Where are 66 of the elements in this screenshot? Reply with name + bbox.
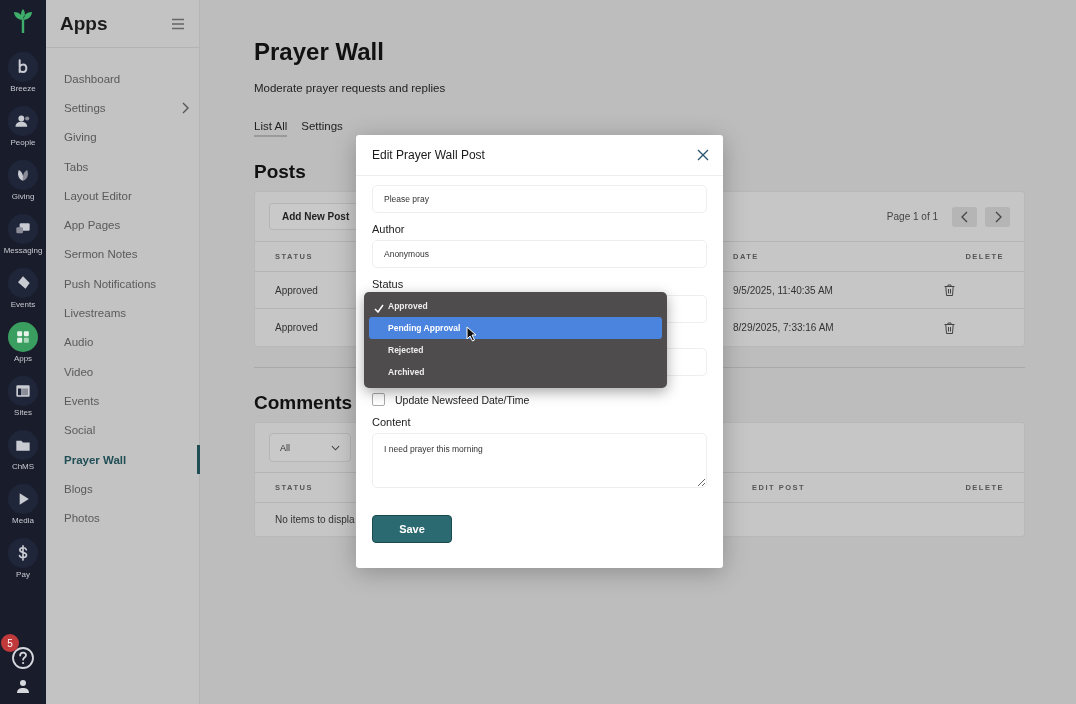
sidebar-item[interactable]: Giving [46, 122, 199, 152]
sidebar-item[interactable]: Dashboard [46, 64, 199, 94]
table-cell: Approved [275, 284, 318, 296]
tab[interactable]: List All [254, 120, 288, 137]
sidebar-title: Apps [60, 12, 108, 35]
table-cell: 8/29/2025, 7:33:16 AM [733, 322, 834, 333]
mouse-pointer-icon [466, 326, 477, 342]
dropdown-option[interactable]: Rejected [369, 339, 662, 361]
nav-label: Messaging [3, 246, 43, 255]
nav-item[interactable]: Messaging [3, 214, 43, 268]
nav-label: Events [10, 300, 36, 309]
sidebar-item[interactable]: Tabs [46, 151, 199, 182]
dialog-title: Edit Prayer Wall Post [372, 148, 485, 162]
nav-label: Giving [11, 192, 35, 201]
dropdown-option[interactable]: Approved [369, 295, 662, 317]
sidebar-item[interactable]: Push Notifications [46, 269, 199, 299]
help-icon[interactable] [11, 646, 35, 670]
text-area[interactable]: I need prayer this morning [372, 433, 707, 488]
tab[interactable]: Settings [301, 120, 343, 137]
page-title: Prayer Wall [254, 38, 385, 66]
sidebar-item[interactable]: Livestreams [46, 298, 199, 328]
field-label: Author [372, 223, 406, 235]
sidebar-item[interactable]: Settings [46, 93, 199, 123]
sidebar-item[interactable]: Events [46, 386, 199, 416]
section-title: Comments [254, 392, 353, 414]
sidebar-item[interactable]: Video [46, 356, 199, 387]
sidebar-item[interactable]: Sermon Notes [46, 239, 199, 270]
sidebar-item[interactable]: Blogs [46, 474, 199, 504]
chevron-left-icon [960, 210, 969, 223]
field-label: Status [372, 278, 405, 290]
page-subtitle: Moderate prayer requests and replies [254, 82, 447, 94]
sidebar-item[interactable]: Social [46, 415, 199, 445]
table-cell: Approved [275, 322, 318, 333]
pagination-text: Page 1 of 1 [886, 211, 938, 222]
input-field[interactable]: Anonymous [372, 240, 707, 268]
chevron-right-icon [993, 210, 1002, 223]
nav-label: Media [12, 516, 34, 525]
nav-label: Pay [16, 570, 30, 579]
sidebar-item[interactable]: Layout Editor [46, 181, 199, 211]
sidebar-item[interactable]: Photos [46, 503, 199, 533]
trash-icon[interactable] [944, 284, 955, 296]
filter-dropdown[interactable]: All [269, 433, 351, 462]
chevron-down-icon [331, 444, 340, 451]
empty-message: No items to displa [275, 514, 355, 525]
nav-label: Breeze [10, 84, 36, 93]
nav-label: Apps [13, 354, 33, 363]
section-title: Posts [254, 161, 306, 183]
sidebar-item[interactable]: App Pages [46, 210, 199, 240]
trash-icon[interactable] [944, 321, 955, 334]
checkbox-label: Update Newsfeed Date/Time [395, 393, 530, 406]
nav-label: Sites [14, 408, 32, 417]
checkbox[interactable] [372, 393, 385, 406]
close-icon[interactable] [697, 149, 709, 161]
sidebar-item[interactable]: Prayer Wall [46, 444, 199, 475]
save-button[interactable]: Save [372, 515, 452, 543]
notification-badge: 5 [1, 634, 19, 652]
dropdown-option[interactable]: Pending Approval [369, 317, 662, 339]
dropdown-option[interactable]: Archived [369, 361, 662, 383]
menu-icon[interactable] [171, 17, 185, 30]
input-field[interactable]: Please pray [372, 185, 707, 213]
user-icon[interactable] [15, 678, 31, 694]
nav-label: People [10, 138, 36, 147]
sidebar-item[interactable]: Audio [46, 327, 199, 357]
nav-label: ChMS [11, 462, 35, 471]
field-label: Content [372, 416, 412, 428]
table-cell: 9/5/2025, 11:40:35 AM [733, 284, 833, 296]
